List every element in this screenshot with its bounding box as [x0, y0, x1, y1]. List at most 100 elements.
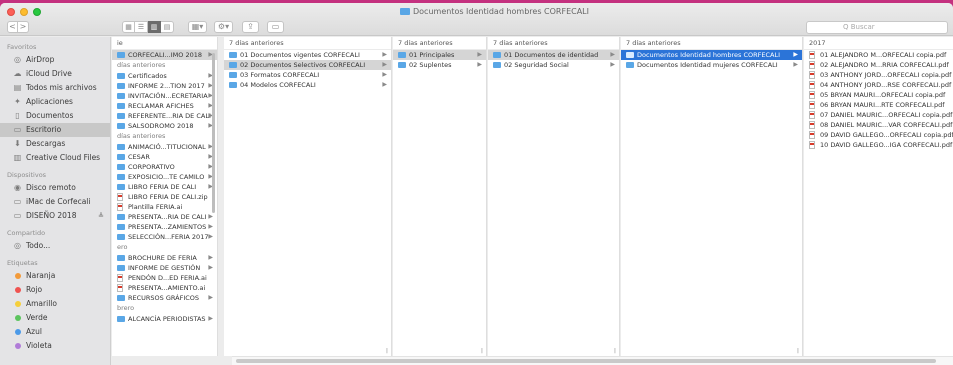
item-label: Documentos Identidad mujeres CORFECALI	[637, 61, 778, 69]
file-item[interactable]: 04 ANTHONY JORD...RSE CORFECALI.pdf	[804, 80, 953, 90]
folder-icon	[229, 62, 237, 68]
view-mode-buttons: ▦ ☰ ▥ ▤	[122, 21, 174, 33]
sidebar-item[interactable]: ◎ Todo...	[0, 239, 110, 253]
sidebar-item[interactable]: Rojo	[0, 283, 110, 297]
icon-view-button[interactable]: ▦	[122, 21, 135, 33]
minimize-button[interactable]	[20, 8, 28, 16]
share-button[interactable]: ⇪	[242, 21, 259, 33]
folder-item[interactable]: 04 Modelos CORFECALI ▶	[224, 80, 391, 90]
folder-item[interactable]: CORFECALI...IMO 2018 ▶	[112, 50, 217, 60]
sidebar-item[interactable]: Amarillo	[0, 297, 110, 311]
folder-icon	[493, 52, 501, 58]
file-item[interactable]: PENDÓN D...ED FERIA.ai	[112, 273, 217, 283]
horizontal-scrollbar[interactable]	[232, 356, 953, 365]
group-by-button[interactable]: ▦▾	[188, 21, 207, 33]
folder-item[interactable]: SALSODROMO 2018 ▶	[112, 121, 217, 131]
chevron-right-icon: ▶	[382, 71, 387, 78]
forward-button[interactable]: >	[18, 21, 29, 33]
file-item[interactable]: 03 ANTHONY JORD...ORFECALI copia.pdf	[804, 70, 953, 80]
close-button[interactable]	[7, 8, 15, 16]
folder-item[interactable]: Documentos Identidad mujeres CORFECALI ▶	[621, 60, 802, 70]
folder-item[interactable]: 01 Documentos vigentes CORFECALI ▶	[224, 50, 391, 60]
sidebar-item[interactable]: Verde	[0, 311, 110, 325]
folder-item[interactable]: 01 Principales ▶	[393, 50, 486, 60]
folder-item[interactable]: REFERENTE...RIA DE CALI ▶	[112, 111, 217, 121]
folder-item[interactable]: RECLAMAR AFICHES ▶	[112, 101, 217, 111]
pdf-file-icon	[809, 71, 815, 79]
sidebar-item[interactable]: Naranja	[0, 269, 110, 283]
tag-color-dot	[15, 343, 21, 349]
file-item[interactable]: PRESENTA...AMIENTO.ai	[112, 283, 217, 293]
folder-item[interactable]: ALCANCÍA PERIODISTAS ▶	[112, 314, 217, 324]
folder-icon	[117, 73, 125, 79]
folder-item[interactable]: Documentos Identidad hombres CORFECALI ▶	[621, 50, 802, 60]
vertical-scrollbar[interactable]	[212, 53, 215, 213]
gallery-view-button[interactable]: ▤	[161, 21, 174, 33]
file-item[interactable]: 10 DAVID GALLEGO...IGA CORFECALI.pdf	[804, 140, 953, 150]
folder-icon	[493, 62, 501, 68]
sidebar-item[interactable]: Violeta	[0, 339, 110, 353]
sidebar-item[interactable]: ▭ Escritorio	[0, 123, 110, 137]
sidebar-item[interactable]: ▭ iMac de Corfecali	[0, 195, 110, 209]
folder-item[interactable]: PRESENTA...RIA DE CALI ▶	[112, 212, 217, 222]
column-resize-handle[interactable]: ‖	[797, 348, 800, 354]
folder-icon	[117, 103, 125, 109]
folder-item[interactable]: 02 Documentos Selectivos CORFECALI ▶	[224, 60, 391, 70]
file-item[interactable]: 08 DANIEL MAURIC...VAR CORFECALI.pdf	[804, 120, 953, 130]
item-label: LIBRO FERIA DE CALI	[128, 183, 197, 191]
tag-color-dot	[15, 329, 21, 335]
sidebar-item[interactable]: ◉ Disco remoto	[0, 181, 110, 195]
folder-item[interactable]: 01 Documentos de identidad ▶	[488, 50, 619, 60]
sidebar-item[interactable]: ✦ Aplicaciones	[0, 95, 110, 109]
file-item[interactable]: 07 DANIEL MAURIC...ORFECALI copia.pdf	[804, 110, 953, 120]
file-item[interactable]: 05 BRYAN MAURI...ORFECALI copia.pdf	[804, 90, 953, 100]
folder-item[interactable]: CORPORATIVO ▶	[112, 162, 217, 172]
folder-item[interactable]: RECURSOS GRÁFICOS ▶	[112, 293, 217, 303]
sidebar-item[interactable]: ▤ Todos mis archivos	[0, 81, 110, 95]
column-resize-handle[interactable]: ‖	[614, 348, 617, 354]
folder-item[interactable]: 02 Suplentes ▶	[393, 60, 486, 70]
search-field[interactable]: Q Buscar	[806, 21, 948, 34]
action-gear-button[interactable]: ⚙▾	[214, 21, 233, 33]
folder-item[interactable]: 02 Seguridad Social ▶	[488, 60, 619, 70]
folder-item[interactable]: LIBRO FERIA DE CALI ▶	[112, 182, 217, 192]
file-item[interactable]: 01 ALEJANDRO M...ORFECALI copia.pdf	[804, 50, 953, 60]
list-view-button[interactable]: ☰	[135, 21, 148, 33]
sidebar-item-label: Todo...	[26, 241, 51, 250]
file-item[interactable]: LIBRO FERIA DE CALI.zip	[112, 192, 217, 202]
folder-item[interactable]: SELECCIÓN...FERIA 2017 ▶	[112, 232, 217, 242]
edit-tags-button[interactable]: ▭	[267, 21, 284, 33]
horizontal-scroll-thumb[interactable]	[236, 359, 936, 363]
folder-item[interactable]: PRESENTA...ZAMIENTOS ▶	[112, 222, 217, 232]
file-item[interactable]: 06 BRYAN MAURI...RTE CORFECALI.pdf	[804, 100, 953, 110]
column-view-button[interactable]: ▥	[148, 21, 161, 33]
folder-item[interactable]: Certificados ▶	[112, 71, 217, 81]
folder-item[interactable]: INFORME DE GESTIÓN ▶	[112, 263, 217, 273]
folder-item[interactable]: CESAR ▶	[112, 152, 217, 162]
sidebar-item[interactable]: ▭ DISEÑO 2018 ≜	[0, 209, 110, 223]
folder-item[interactable]: INVITACIÓN...ECRETARIA ▶	[112, 91, 217, 101]
sidebar-item[interactable]: ◎ AirDrop	[0, 53, 110, 67]
sidebar-item[interactable]: ☁ iCloud Drive	[0, 67, 110, 81]
sidebar-item[interactable]: ▥ Creative Cloud Files	[0, 151, 110, 165]
zoom-button[interactable]	[33, 8, 41, 16]
network-icon: ◎	[14, 241, 21, 250]
eject-icon[interactable]: ≜	[98, 209, 104, 223]
sidebar-item[interactable]: Azul	[0, 325, 110, 339]
sidebar-item[interactable]: ⬇ Descargas	[0, 137, 110, 151]
folder-item[interactable]: ANIMACIÓ...TITUCIONAL ▶	[112, 142, 217, 152]
file-item[interactable]: Plantilla FERIA.ai	[112, 202, 217, 212]
folder-item[interactable]: 03 Formatos CORFECALI ▶	[224, 70, 391, 80]
back-button[interactable]: <	[7, 21, 18, 33]
sidebar-item[interactable]: ▯ Documentos	[0, 109, 110, 123]
column-resize-handle[interactable]: ‖	[386, 348, 389, 354]
folder-item[interactable]: BROCHURE DE FERIA ▶	[112, 253, 217, 263]
folder-icon	[117, 164, 125, 170]
folder-item[interactable]: INFORME 2...TION 2017 ▶	[112, 81, 217, 91]
folder-item[interactable]: EXPOSICIO...TE CAMILO ▶	[112, 172, 217, 182]
file-item[interactable]: 09 DAVID GALLEGO...ORFECALI copia.pdf	[804, 130, 953, 140]
chevron-right-icon: ▶	[793, 61, 798, 68]
file-item[interactable]: 02 ALEJANDRO M...RRIA CORFECALI.pdf	[804, 60, 953, 70]
column-resize-handle[interactable]: ‖	[481, 348, 484, 354]
chevron-right-icon: ▶	[382, 81, 387, 88]
